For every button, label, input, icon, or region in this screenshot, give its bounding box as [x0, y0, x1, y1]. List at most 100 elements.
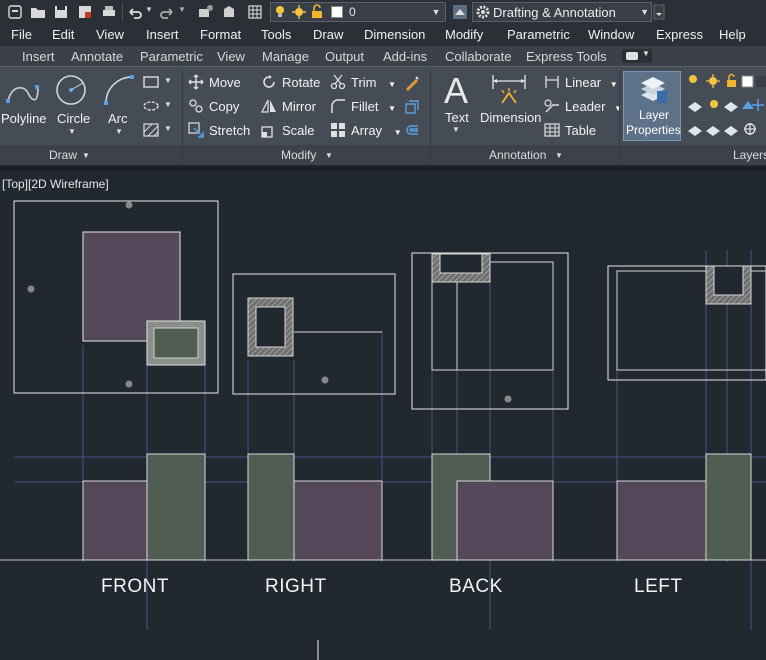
chevron-down-icon[interactable]: ▼ — [610, 80, 618, 89]
menu-parametric[interactable]: Parametric — [507, 27, 570, 42]
annotation-panel-title[interactable]: Annotation — [489, 148, 546, 162]
tab-view[interactable]: View — [217, 49, 245, 64]
leader-button[interactable]: Leader ▼ — [544, 98, 622, 116]
arc-icon[interactable] — [102, 73, 136, 107]
text-button[interactable]: Text — [445, 110, 469, 125]
layer-dropdown[interactable]: 0 ▼ — [270, 2, 446, 22]
menu-view[interactable]: View — [96, 27, 124, 42]
save-as-icon[interactable] — [76, 3, 94, 21]
back-view-label: BACK — [449, 576, 503, 597]
furniture-block-green — [153, 327, 199, 359]
share-icon[interactable] — [220, 3, 238, 21]
layer-grid-icon[interactable] — [246, 3, 264, 21]
workspace-dropdown[interactable]: Drafting & Annotation ▼ — [472, 2, 652, 22]
chevron-down-icon[interactable]: ▼ — [429, 4, 443, 20]
chevron-down-icon[interactable]: ▼ — [640, 4, 649, 20]
offset-icon[interactable] — [404, 123, 420, 139]
scale-button[interactable]: Scale — [261, 122, 315, 140]
tab-output[interactable]: Output — [325, 49, 364, 64]
move-button[interactable]: Move — [188, 74, 241, 92]
menu-format[interactable]: Format — [200, 27, 241, 42]
modify-panel-title[interactable]: Modify — [281, 148, 316, 162]
menu-tools[interactable]: Tools — [261, 27, 291, 42]
menu-dimension[interactable]: Dimension — [364, 27, 425, 42]
tab-parametric[interactable]: Parametric — [140, 49, 203, 64]
undo-dropdown-icon[interactable]: ▼ — [145, 5, 153, 14]
chevron-down-icon[interactable]: ▼ — [325, 151, 333, 160]
tab-collaborate[interactable]: Collaborate — [445, 49, 512, 64]
tab-add-ins[interactable]: Add-ins — [383, 49, 427, 64]
layer-state-icons[interactable] — [686, 73, 766, 89]
menu-help[interactable]: Help — [719, 27, 746, 42]
sun-freeze-icon[interactable] — [291, 4, 307, 20]
fillet-button[interactable]: Fillet ▼ — [330, 98, 396, 116]
chevron-down-icon[interactable]: ▼ — [115, 127, 123, 136]
undo-icon[interactable] — [126, 3, 144, 21]
text-icon[interactable]: A — [440, 71, 472, 109]
menu-draw[interactable]: Draw — [313, 27, 343, 42]
menu-express[interactable]: Express — [656, 27, 703, 42]
menu-edit[interactable]: Edit — [52, 27, 74, 42]
tab-insert[interactable]: Insert — [22, 49, 55, 64]
drawing-canvas[interactable]: [Top][2D Wireframe] FRONT RIGHT BACK LEF… — [0, 167, 766, 660]
polyline-icon[interactable] — [4, 75, 40, 111]
copy-icon — [189, 99, 203, 113]
new-file-icon[interactable] — [6, 3, 24, 21]
chevron-down-icon[interactable]: ▼ — [452, 125, 460, 134]
open-folder-icon[interactable] — [29, 3, 47, 21]
redo-dropdown-icon[interactable]: ▼ — [178, 5, 186, 14]
dimension-icon[interactable] — [490, 73, 528, 107]
lightbulb-icon[interactable] — [272, 4, 288, 20]
unlock-icon[interactable] — [309, 4, 325, 20]
layer-properties-button[interactable]: Layer Properties — [623, 71, 681, 141]
chevron-down-icon[interactable]: ▼ — [164, 76, 172, 85]
tab-express-tools[interactable]: Express Tools — [526, 49, 607, 64]
polyline-button[interactable]: Polyline — [1, 111, 47, 126]
trim-button[interactable]: Trim ▼ — [330, 74, 396, 92]
copy-button[interactable]: Copy — [188, 98, 239, 116]
stretch-button[interactable]: Stretch — [188, 122, 250, 140]
layer-state-icon[interactable] — [451, 3, 469, 21]
right-plan-view — [232, 273, 396, 395]
match-properties-icon[interactable] — [197, 3, 215, 21]
menu-modify[interactable]: Modify — [445, 27, 483, 42]
layer-tools-icons-row2[interactable] — [686, 121, 766, 137]
circle-button[interactable]: Circle — [57, 111, 90, 126]
arc-button[interactable]: Arc — [108, 111, 128, 126]
chevron-down-icon[interactable]: ▼ — [388, 80, 396, 89]
hatch-icon[interactable] — [143, 123, 159, 137]
save-icon[interactable] — [52, 3, 70, 21]
table-button[interactable]: Table — [544, 122, 596, 140]
tab-manage[interactable]: Manage — [262, 49, 309, 64]
mirror-button[interactable]: Mirror — [261, 98, 316, 116]
erase-icon[interactable] — [404, 75, 420, 91]
chevron-down-icon[interactable]: ▼ — [555, 151, 563, 160]
tab-annotate[interactable]: Annotate — [71, 49, 123, 64]
chevron-down-icon[interactable]: ▼ — [68, 127, 76, 136]
menu-file[interactable]: File — [11, 27, 32, 42]
explode-icon[interactable] — [404, 99, 420, 115]
dimension-button[interactable]: Dimension — [480, 110, 541, 125]
circle-icon[interactable] — [54, 73, 88, 107]
chevron-down-icon[interactable]: ▼ — [164, 124, 172, 133]
array-button[interactable]: Array ▼ — [330, 122, 402, 140]
chevron-down-icon[interactable]: ▼ — [394, 128, 402, 137]
ribbon-minimize-button[interactable]: ▼ — [622, 49, 652, 63]
redo-icon[interactable] — [158, 3, 176, 21]
rotate-button[interactable]: Rotate — [261, 74, 320, 92]
chevron-down-icon[interactable]: ▼ — [388, 104, 396, 113]
chevron-down-icon[interactable]: ▼ — [164, 100, 172, 109]
chevron-down-icon[interactable]: ▼ — [82, 151, 90, 160]
linear-label: Linear — [565, 75, 602, 90]
menu-window[interactable]: Window — [588, 27, 634, 42]
menu-insert[interactable]: Insert — [146, 27, 179, 42]
plot-icon[interactable] — [100, 3, 118, 21]
ellipse-icon[interactable] — [143, 99, 159, 113]
layer-tools-icons-row1[interactable] — [686, 97, 766, 113]
rectangle-icon[interactable] — [143, 75, 159, 89]
draw-panel-title[interactable]: Draw — [49, 148, 77, 162]
layers-panel-title[interactable]: Layers — [733, 148, 766, 162]
customize-qat-icon[interactable] — [653, 3, 665, 21]
linear-button[interactable]: Linear ▼ — [544, 74, 618, 92]
hatched-block-inner — [255, 306, 286, 348]
